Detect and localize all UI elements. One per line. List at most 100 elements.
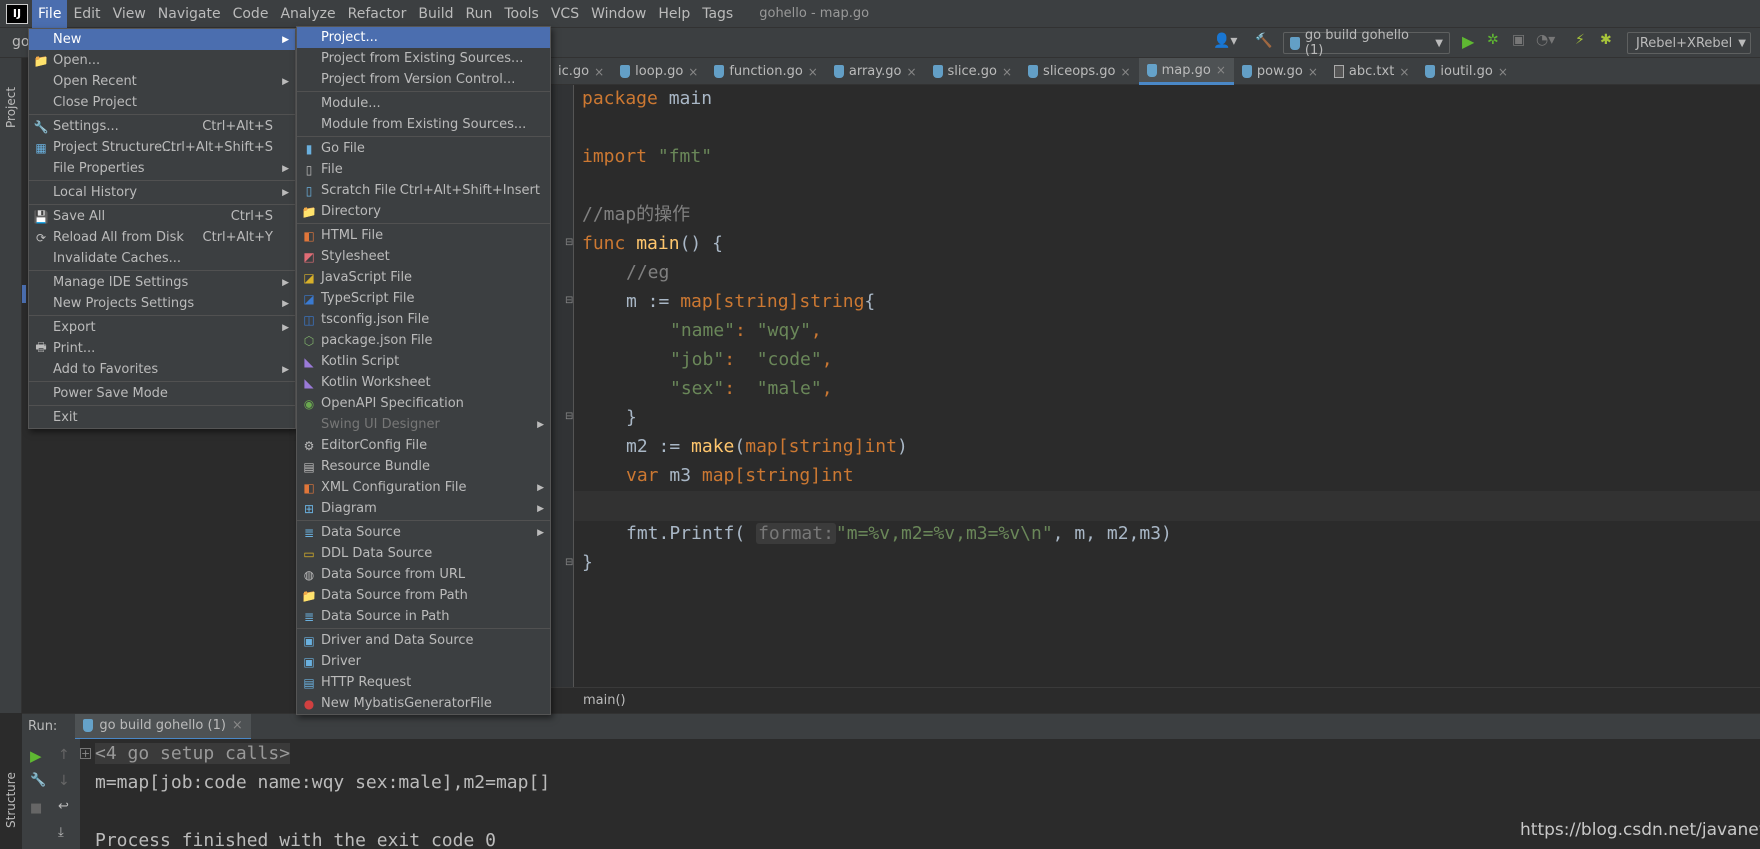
- profile-icon[interactable]: ◔▾: [1536, 32, 1555, 48]
- menu-item-xml-configuration-file[interactable]: ◧ XML Configuration File ▶: [297, 477, 550, 498]
- close-icon[interactable]: ×: [1002, 65, 1012, 79]
- fold-icon[interactable]: ⊟: [565, 557, 573, 568]
- editor-tab[interactable]: array.go ×: [826, 58, 925, 85]
- run-icon[interactable]: ▶: [1462, 32, 1474, 51]
- menu-analyze[interactable]: Analyze: [274, 0, 341, 28]
- menu-item-data-source-in-path[interactable]: ≣ Data Source in Path: [297, 606, 550, 627]
- menu-item-directory[interactable]: 📁 Directory: [297, 201, 550, 222]
- menu-item-module[interactable]: Module...: [297, 93, 550, 114]
- editor-tab[interactable]: map.go ×: [1138, 58, 1234, 85]
- menu-item-add-to-favorites[interactable]: Add to Favorites ▶: [29, 359, 295, 380]
- menu-item-package-json-file[interactable]: ⬡ package.json File: [297, 330, 550, 351]
- run-config-select[interactable]: go build gohello (1) ▼: [1283, 28, 1450, 58]
- menu-item-project-structure[interactable]: ▦ Project Structure... Ctrl+Alt+Shift+S: [29, 137, 295, 158]
- menu-item-exit[interactable]: Exit: [29, 407, 295, 428]
- menu-window[interactable]: Window: [585, 0, 652, 28]
- menu-navigate[interactable]: Navigate: [152, 0, 227, 28]
- menu-tags[interactable]: Tags: [696, 0, 739, 28]
- menu-vcs[interactable]: VCS: [545, 0, 585, 28]
- menu-item-open[interactable]: 📁 Open...: [29, 50, 295, 71]
- down-arrow-icon[interactable]: ↓: [58, 773, 70, 789]
- menu-file[interactable]: File: [32, 0, 68, 28]
- menu-help[interactable]: Help: [652, 0, 696, 28]
- menu-item-power-save-mode[interactable]: Power Save Mode: [29, 383, 295, 404]
- menu-item-reload-all-from-disk[interactable]: ⟳ Reload All from Disk Ctrl+Alt+Y: [29, 227, 295, 248]
- close-icon[interactable]: ×: [594, 65, 604, 79]
- up-arrow-icon[interactable]: ↑: [58, 747, 70, 763]
- close-icon[interactable]: ×: [688, 65, 698, 79]
- close-icon[interactable]: ×: [1121, 65, 1131, 79]
- menu-item-module-from-existing-sources[interactable]: Module from Existing Sources...: [297, 114, 550, 135]
- fold-icon[interactable]: ⊟: [565, 295, 573, 306]
- jrebel-select[interactable]: JRebel+XRebel ▼: [1627, 32, 1751, 54]
- close-icon[interactable]: ×: [1498, 65, 1508, 79]
- menu-item-data-source[interactable]: ≣ Data Source ▶: [297, 522, 550, 543]
- menu-item-close-project[interactable]: Close Project: [29, 92, 295, 113]
- menu-run[interactable]: Run: [460, 0, 499, 28]
- menu-item-typescript-file[interactable]: ◪ TypeScript File: [297, 288, 550, 309]
- menu-item-local-history[interactable]: Local History ▶: [29, 182, 295, 203]
- menu-tools[interactable]: Tools: [498, 0, 545, 28]
- debug-icon[interactable]: ✲: [1487, 32, 1499, 48]
- close-icon[interactable]: ×: [1399, 65, 1409, 79]
- build-hammer-icon[interactable]: 🔨: [1255, 33, 1272, 49]
- menu-build[interactable]: Build: [412, 0, 459, 28]
- coverage-icon[interactable]: ▣: [1512, 32, 1525, 48]
- structure-tool-button[interactable]: Structure: [4, 772, 18, 828]
- menu-item-settings[interactable]: 🔧 Settings... Ctrl+Alt+S: [29, 116, 295, 137]
- scroll-to-end-icon[interactable]: ⤓: [58, 825, 64, 840]
- menu-item-driver-and-data-source[interactable]: ▣ Driver and Data Source: [297, 630, 550, 651]
- editor-tab[interactable]: ioutil.go ×: [1417, 58, 1516, 85]
- menu-code[interactable]: Code: [227, 0, 275, 28]
- menu-item-javascript-file[interactable]: ◪ JavaScript File: [297, 267, 550, 288]
- expand-icon[interactable]: +: [80, 748, 91, 759]
- fold-icon[interactable]: ⊟: [565, 411, 573, 422]
- menu-item-resource-bundle[interactable]: ▤ Resource Bundle: [297, 456, 550, 477]
- user-icon[interactable]: 👤▾: [1213, 33, 1237, 49]
- menu-item-file[interactable]: ▯ File: [297, 159, 550, 180]
- menu-item-tsconfig-json-file[interactable]: ◫ tsconfig.json File: [297, 309, 550, 330]
- menu-item-ddl-data-source[interactable]: ▭ DDL Data Source: [297, 543, 550, 564]
- editor-tab[interactable]: slice.go ×: [925, 58, 1021, 85]
- menu-item-open-recent[interactable]: Open Recent ▶: [29, 71, 295, 92]
- menu-item-new-mybatisgeneratorfile[interactable]: ● New MybatisGeneratorFile: [297, 693, 550, 714]
- editor-tab[interactable]: ic.go ×: [550, 58, 612, 85]
- menu-item-kotlin-worksheet[interactable]: ◣ Kotlin Worksheet: [297, 372, 550, 393]
- menu-item-project-from-version-control[interactable]: Project from Version Control...: [297, 69, 550, 90]
- close-icon[interactable]: ×: [1216, 63, 1226, 77]
- jrebel-run-icon[interactable]: ⚡: [1575, 32, 1585, 48]
- soft-wrap-icon[interactable]: ↩: [58, 799, 69, 814]
- menu-item-manage-ide-settings[interactable]: Manage IDE Settings ▶: [29, 272, 295, 293]
- project-tool-button[interactable]: Project: [4, 87, 18, 128]
- menu-item-file-properties[interactable]: File Properties ▶: [29, 158, 295, 179]
- menu-item-data-source-from-url[interactable]: ◍ Data Source from URL: [297, 564, 550, 585]
- menu-item-print[interactable]: 🖶 Print...: [29, 338, 295, 359]
- editor-tab[interactable]: function.go ×: [706, 58, 826, 85]
- editor-tab[interactable]: abc.txt ×: [1326, 58, 1417, 85]
- editor-tab[interactable]: pow.go ×: [1234, 58, 1326, 85]
- run-tab[interactable]: go build gohello (1) ×: [75, 713, 251, 740]
- menu-item-go-file[interactable]: ▮ Go File: [297, 138, 550, 159]
- menu-refactor[interactable]: Refactor: [342, 0, 413, 28]
- menu-item-project-from-existing-sources[interactable]: Project from Existing Sources...: [297, 48, 550, 69]
- editor-tab[interactable]: loop.go ×: [612, 58, 706, 85]
- project-breadcrumb[interactable]: go: [12, 34, 29, 50]
- menu-item-openapi-specification[interactable]: ◉ OpenAPI Specification: [297, 393, 550, 414]
- menu-item-html-file[interactable]: ◧ HTML File: [297, 225, 550, 246]
- menu-item-http-request[interactable]: ▤ HTTP Request: [297, 672, 550, 693]
- editor-tab[interactable]: sliceops.go ×: [1020, 58, 1139, 85]
- menu-item-stylesheet[interactable]: ◩ Stylesheet: [297, 246, 550, 267]
- menu-item-driver[interactable]: ▣ Driver: [297, 651, 550, 672]
- wrench-icon[interactable]: 🔧: [30, 773, 46, 788]
- menu-item-save-all[interactable]: 💾 Save All Ctrl+S: [29, 206, 295, 227]
- menu-item-diagram[interactable]: ⊞ Diagram ▶: [297, 498, 550, 519]
- menu-item-export[interactable]: Export ▶: [29, 317, 295, 338]
- menu-item-data-source-from-path[interactable]: 📁 Data Source from Path: [297, 585, 550, 606]
- close-icon[interactable]: ×: [906, 65, 916, 79]
- close-icon[interactable]: ×: [808, 65, 818, 79]
- menu-item-editorconfig-file[interactable]: ⚙ EditorConfig File: [297, 435, 550, 456]
- menu-edit[interactable]: Edit: [67, 0, 106, 28]
- menu-item-new-projects-settings[interactable]: New Projects Settings ▶: [29, 293, 295, 314]
- close-icon[interactable]: ×: [232, 718, 243, 733]
- fold-icon[interactable]: ⊟: [565, 237, 573, 248]
